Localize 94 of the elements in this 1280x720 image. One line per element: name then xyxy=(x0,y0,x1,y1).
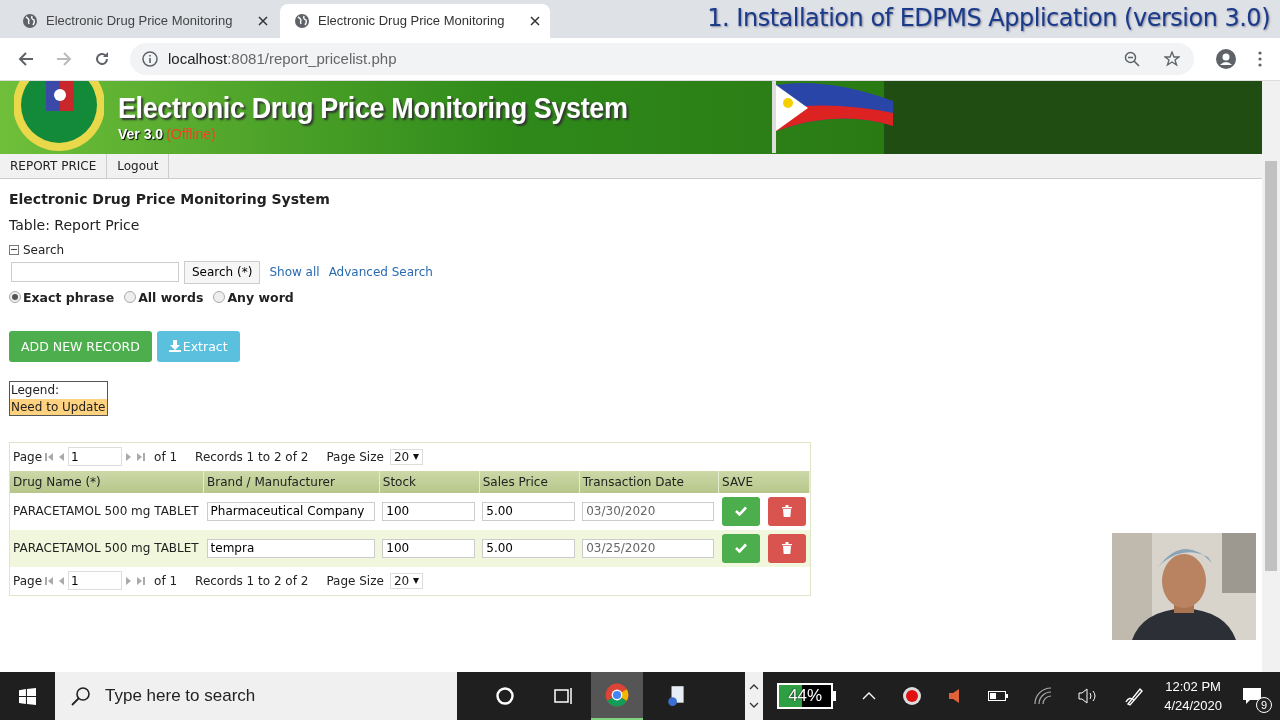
records-count: Records 1 to 2 of 2 xyxy=(195,573,309,588)
link[interactable]: Show all xyxy=(269,265,320,280)
radio-button[interactable] xyxy=(213,291,226,304)
column-header: Sales Price xyxy=(479,470,580,493)
delete-button[interactable] xyxy=(767,533,806,563)
tab-title: Electronic Drug Price Monitoring xyxy=(46,13,234,29)
radio-label: All words xyxy=(138,289,204,305)
link[interactable]: Advanced Search xyxy=(328,265,433,280)
back-icon[interactable] xyxy=(18,50,34,67)
browser-tab[interactable]: Electronic Drug Price Monitoring xyxy=(280,3,550,38)
brand-field[interactable]: Pharmaceutical Company xyxy=(206,501,375,521)
page-count: of 1 xyxy=(154,573,178,588)
close-icon[interactable] xyxy=(258,15,268,26)
clock-date: 4/24/2020 xyxy=(1164,698,1222,713)
column-header: SAVE xyxy=(718,470,810,493)
chevron-up-icon[interactable] xyxy=(862,692,877,700)
page-size-select[interactable]: 20 xyxy=(389,448,424,465)
legend-title: Legend: xyxy=(10,381,61,399)
trash-icon xyxy=(781,505,792,518)
pen-icon[interactable] xyxy=(1124,686,1145,706)
radio-button[interactable] xyxy=(124,291,137,304)
table-title: Table: Report Price xyxy=(9,216,141,233)
column-header: Drug Name (*) xyxy=(10,470,204,493)
search-button[interactable]: Search (*) xyxy=(184,260,261,284)
legend-item: Need to Update xyxy=(10,398,107,415)
page-size-label: Page Size xyxy=(326,449,384,464)
notifications-icon[interactable] xyxy=(1242,687,1262,705)
page-field[interactable]: 1 xyxy=(68,447,123,467)
price-field[interactable]: 5.00 xyxy=(482,501,576,521)
zoom-out-icon[interactable] xyxy=(1124,50,1140,67)
profile-icon[interactable] xyxy=(1216,48,1236,69)
page-label: Page xyxy=(13,573,43,588)
nav-link[interactable]: Logout xyxy=(107,153,170,178)
stock-field[interactable]: 100 xyxy=(382,538,476,558)
price-field[interactable]: 5.00 xyxy=(482,538,576,558)
clock-time: 12:02 PM xyxy=(1165,679,1221,694)
column-header: Stock xyxy=(379,470,480,493)
volume-icon[interactable] xyxy=(1078,688,1099,704)
url-text: localhost:8081/report_pricelist.php xyxy=(168,50,397,68)
search-label: Search xyxy=(23,242,65,257)
column-header: Brand / Manufacturer xyxy=(203,470,380,493)
check-icon xyxy=(734,543,747,554)
version-label: Ver 3.0 xyxy=(118,125,164,142)
save-button[interactable] xyxy=(721,496,760,526)
delete-button[interactable] xyxy=(767,496,806,526)
scrollbar[interactable] xyxy=(1262,80,1280,672)
globe-icon xyxy=(294,12,310,29)
date-field[interactable]: 03/25/2020 xyxy=(582,538,715,558)
notification-count: 9 xyxy=(1256,697,1272,713)
check-icon xyxy=(734,506,747,517)
page-count: of 1 xyxy=(154,449,178,464)
reload-icon[interactable] xyxy=(94,50,110,67)
star-icon[interactable] xyxy=(1164,50,1180,67)
records-count: Records 1 to 2 of 2 xyxy=(195,449,309,464)
status-label: (Offline) xyxy=(166,125,216,142)
download-icon xyxy=(168,340,181,353)
stock-field[interactable]: 100 xyxy=(382,501,476,521)
battery-icon[interactable] xyxy=(988,691,1009,701)
cortana-icon[interactable] xyxy=(495,686,515,706)
task-view-icon[interactable] xyxy=(553,686,573,706)
globe-icon xyxy=(22,12,38,29)
search-field[interactable] xyxy=(11,262,179,283)
page-heading: Electronic Drug Price Monitoring System xyxy=(9,190,331,207)
record-icon[interactable] xyxy=(902,686,923,706)
video-caption: 1. Installation of EDPMS Application (version 3.0) xyxy=(707,4,1270,32)
search-icon xyxy=(71,686,91,706)
trash-icon xyxy=(781,542,792,555)
windows-start-icon[interactable] xyxy=(19,687,36,705)
radio-button[interactable] xyxy=(9,291,21,304)
table-cell: PARACETAMOL 500 mg TABLET xyxy=(10,492,204,530)
browser-tab[interactable]: Electronic Drug Price Monitoring xyxy=(8,3,278,38)
page-size-label: Page Size xyxy=(326,573,384,588)
column-header: Transaction Date xyxy=(579,470,719,493)
browser-icon xyxy=(605,683,629,707)
banner-title: Electronic Drug Price Monitoring System xyxy=(118,91,628,126)
tab-title: Electronic Drug Price Monitoring xyxy=(318,13,506,29)
page-field[interactable]: 1 xyxy=(68,571,123,591)
page-label: Page xyxy=(13,449,43,464)
radio-label: Any word xyxy=(227,289,294,305)
info-icon xyxy=(142,50,158,67)
scroll-arrows-icon[interactable] xyxy=(745,672,764,720)
address-field[interactable]: localhost:8081/report_pricelist.php xyxy=(130,42,1194,75)
save-button[interactable] xyxy=(721,533,760,563)
table-cell: PARACETAMOL 500 mg TABLET xyxy=(10,529,204,567)
menu-icon[interactable] xyxy=(1258,50,1262,67)
wifi-icon[interactable] xyxy=(1034,687,1053,705)
brand-field[interactable]: tempra xyxy=(206,538,375,558)
taskbar-search-field[interactable]: Type here to search xyxy=(55,672,457,720)
radio-label: Exact phrase xyxy=(23,289,115,305)
collapse-icon[interactable] xyxy=(9,244,19,255)
nav-link[interactable]: REPORT PRICE xyxy=(0,153,108,178)
date-field[interactable]: 03/30/2020 xyxy=(582,501,715,521)
page-size-select[interactable]: 20 xyxy=(389,572,424,589)
close-icon[interactable] xyxy=(530,15,540,26)
